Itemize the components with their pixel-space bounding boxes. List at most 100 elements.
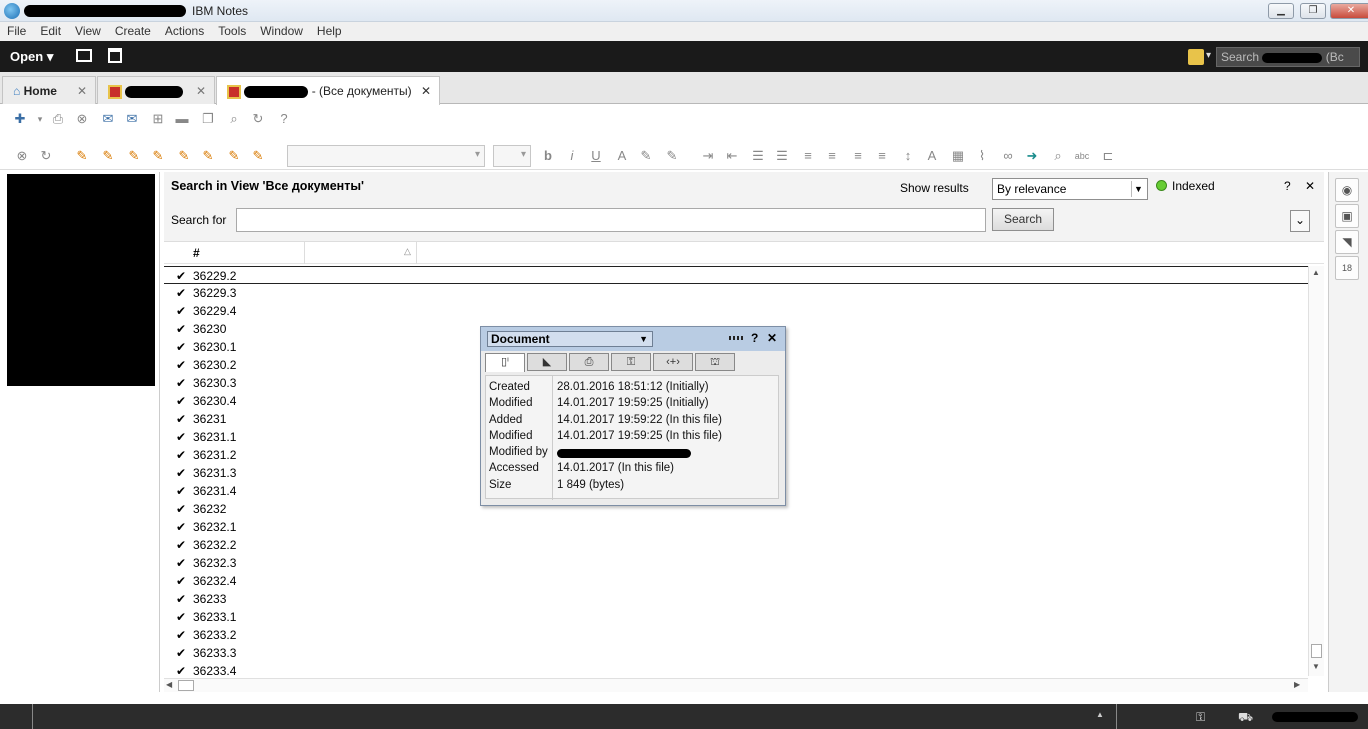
help-icon[interactable]: ? xyxy=(276,111,292,127)
outdent-icon[interactable]: ⇥ xyxy=(700,148,716,164)
table-row[interactable]: ✔ 36232.2 xyxy=(164,536,1308,554)
open-button[interactable]: Open ▾ xyxy=(10,49,53,65)
scroll-left-icon[interactable]: ◀ xyxy=(166,680,172,689)
mail-icon[interactable] xyxy=(76,49,92,62)
text-style-icon[interactable]: A xyxy=(924,148,940,164)
close-properties-icon[interactable]: ✕ xyxy=(767,331,777,345)
close-tab-icon[interactable]: ✕ xyxy=(421,84,431,98)
sort-ascending-icon[interactable]: △ xyxy=(404,246,411,257)
drag-handle-icon[interactable] xyxy=(729,336,743,340)
agent-icon[interactable]: ✎ xyxy=(200,148,216,164)
scrollbar-thumb[interactable] xyxy=(1311,644,1322,658)
attachment-icon[interactable]: ⌇ xyxy=(974,148,990,164)
agent-icon[interactable]: ✎ xyxy=(176,148,192,164)
align-center-icon[interactable]: ≡ xyxy=(824,148,840,164)
agent-icon[interactable]: ✎ xyxy=(74,148,90,164)
find-replace-icon[interactable]: ⌕ xyxy=(1050,148,1066,164)
bold-icon[interactable]: b xyxy=(540,148,556,164)
pen-icon[interactable]: ✎ xyxy=(638,148,654,164)
find-icon[interactable]: ⌕ xyxy=(226,111,242,127)
agent-icon[interactable]: ✎ xyxy=(226,148,242,164)
restore-button[interactable]: ❐ xyxy=(1300,3,1326,19)
align-left-icon[interactable]: ≡ xyxy=(800,148,816,164)
align-right-icon[interactable]: ≡ xyxy=(850,148,866,164)
scroll-up-icon[interactable]: ▲ xyxy=(1312,268,1320,277)
expand-search-icon[interactable]: ⌄ xyxy=(1290,210,1310,232)
italic-icon[interactable]: i xyxy=(564,148,580,164)
tab-all-documents[interactable]: - (Все документы) ✕ xyxy=(216,76,440,105)
insert-icon[interactable]: ➜ xyxy=(1024,148,1040,164)
calendar-icon[interactable]: 18 xyxy=(1335,256,1359,280)
menu-edit[interactable]: Edit xyxy=(33,22,68,40)
tab-print-icon[interactable]: ⎙ xyxy=(569,353,609,371)
scrollbar-thumb[interactable] xyxy=(178,680,194,691)
table-row[interactable]: ✔ 36232.3 xyxy=(164,554,1308,572)
tab-home[interactable]: ⌂ Home ✕ xyxy=(2,76,96,104)
table-row[interactable]: ✔ 36229.4 xyxy=(164,302,1308,320)
agent-icon[interactable]: ✎ xyxy=(126,148,142,164)
tab-fields-icon[interactable]: ◣ xyxy=(527,353,567,371)
tab-database[interactable]: ✕ xyxy=(97,76,215,104)
results-order-select[interactable]: By relevance ▼ xyxy=(992,178,1148,200)
bullet-list-icon[interactable]: ☰ xyxy=(750,148,766,164)
indent-icon[interactable]: ⇤ xyxy=(724,148,740,164)
chevron-down-icon[interactable]: ▾ xyxy=(32,111,48,127)
close-window-button[interactable]: ✕ xyxy=(1330,3,1368,19)
reply-icon[interactable]: ✉ xyxy=(124,111,140,127)
feeds-icon[interactable]: ◥ xyxy=(1335,230,1359,254)
remove-from-folder-icon[interactable]: ▬ xyxy=(174,111,190,127)
properties-icon[interactable]: ⊏ xyxy=(1100,148,1116,164)
agent-icon[interactable]: ✎ xyxy=(100,148,116,164)
table-icon[interactable]: ▦ xyxy=(950,148,966,164)
sametime-icon[interactable]: ◉ xyxy=(1335,178,1359,202)
refresh-icon[interactable]: ↻ xyxy=(250,111,266,127)
numbered-list-icon[interactable]: ☰ xyxy=(774,148,790,164)
close-tab-icon[interactable]: ✕ xyxy=(196,84,206,98)
scroll-right-icon[interactable]: ▶ xyxy=(1294,680,1300,689)
minimize-button[interactable]: ▁ xyxy=(1268,3,1294,19)
close-search-icon[interactable]: ✕ xyxy=(1305,179,1315,193)
font-family-select[interactable]: ▾ xyxy=(287,145,485,167)
table-row[interactable]: ✔ 36229.3 xyxy=(164,284,1308,302)
reload-icon[interactable]: ↻ xyxy=(38,148,54,164)
help-icon[interactable]: ? xyxy=(751,331,758,345)
search-for-input[interactable] xyxy=(236,208,986,232)
menu-file[interactable]: File xyxy=(0,22,33,40)
search-input[interactable]: Search (Bc xyxy=(1216,47,1360,67)
tab-html-icon[interactable]: ‹+› xyxy=(653,353,693,371)
new-document-icon[interactable]: ✚ xyxy=(12,111,28,127)
tab-security-icon[interactable]: ⚿ xyxy=(611,353,651,371)
menu-create[interactable]: Create xyxy=(108,22,158,40)
highlight-icon[interactable]: ✎ xyxy=(664,148,680,164)
tab-hierarchy-icon[interactable]: ⛫ xyxy=(695,353,735,371)
column-header-number[interactable]: # xyxy=(193,246,200,260)
table-row[interactable]: ✔ 36233.2 xyxy=(164,626,1308,644)
copy-icon[interactable]: ❐ xyxy=(200,111,216,127)
horizontal-scrollbar[interactable]: ◀ ▶ xyxy=(164,678,1308,692)
properties-type-select[interactable]: Document ▼ xyxy=(487,331,653,347)
contacts-icon[interactable]: ▣ xyxy=(1335,204,1359,228)
forward-icon[interactable]: ✉ xyxy=(100,111,116,127)
line-spacing-icon[interactable]: ↕ xyxy=(900,148,916,164)
help-icon[interactable]: ? xyxy=(1284,179,1291,193)
spell-check-icon[interactable]: abc xyxy=(1074,148,1090,164)
key-icon[interactable]: ⚿ xyxy=(1196,710,1205,725)
agent-icon[interactable]: ✎ xyxy=(250,148,266,164)
scroll-down-icon[interactable]: ▼ xyxy=(1312,662,1320,671)
chevron-up-icon[interactable]: ▲ xyxy=(1096,710,1104,719)
table-row[interactable]: ✔ 36233.3 xyxy=(164,644,1308,662)
table-row[interactable]: ✔ 36232.4 xyxy=(164,572,1308,590)
location-icon[interactable]: ⛟ xyxy=(1238,710,1253,726)
close-tab-icon[interactable]: ✕ xyxy=(77,84,87,98)
link-icon[interactable]: ∞ xyxy=(1000,148,1016,164)
tab-info-icon[interactable]: ▯ⁱ xyxy=(485,353,525,372)
font-size-select[interactable]: ▾ xyxy=(493,145,531,167)
search-button[interactable]: Search xyxy=(992,208,1054,231)
table-row[interactable]: ✔ 36233 xyxy=(164,590,1308,608)
print-icon[interactable]: ⎙ xyxy=(50,111,66,127)
move-to-folder-icon[interactable]: ⊞ xyxy=(150,111,166,127)
menu-actions[interactable]: Actions xyxy=(158,22,211,40)
table-row[interactable]: ✔ 36232.1 xyxy=(164,518,1308,536)
table-row[interactable]: ✔ 36233.4 xyxy=(164,662,1308,678)
menu-tools[interactable]: Tools xyxy=(211,22,253,40)
